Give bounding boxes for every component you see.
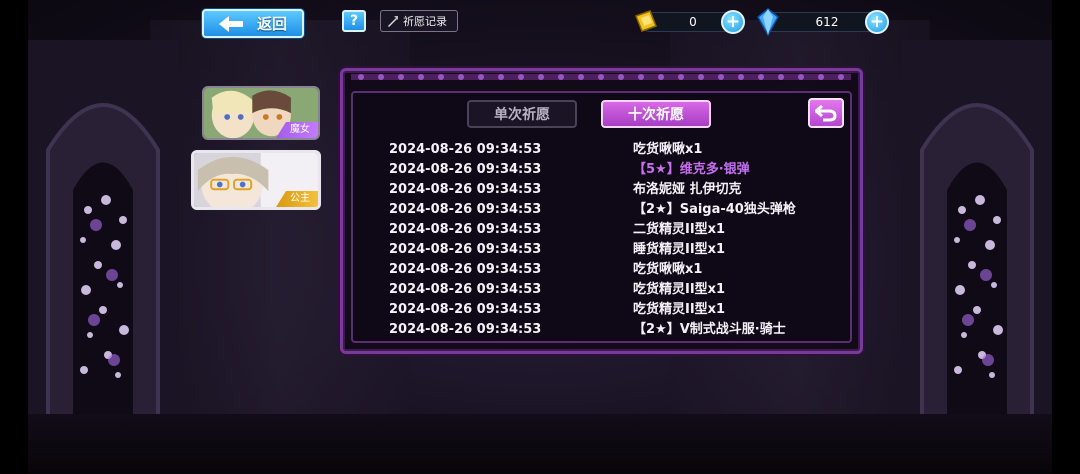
tab-ten-wish-label: 十次祈愿	[628, 107, 684, 123]
plus-icon: +	[725, 11, 741, 32]
record-row: 2024-08-26 09:34:53 睡货精灵II型x1	[343, 240, 860, 260]
record-item: 【2★】Saiga-40独头弹枪	[633, 202, 796, 217]
add-gold-ticket-button[interactable]: +	[721, 10, 745, 34]
wish-record-list: 2024-08-26 09:34:53 吃货啾啾x1 2024-08-26 09…	[343, 140, 860, 340]
record-time: 2024-08-26 09:34:53	[389, 302, 542, 317]
record-time: 2024-08-26 09:34:53	[389, 222, 542, 237]
back-button[interactable]: 返回	[202, 9, 304, 38]
record-time: 2024-08-26 09:34:53	[389, 202, 542, 217]
record-item-rare: 【5★】维克多·银弹	[633, 162, 750, 177]
stained-glass-window-right	[902, 40, 1052, 460]
record-item: 吃货啾啾x1	[633, 262, 703, 277]
stained-glass-window-left	[28, 40, 178, 460]
record-item: 【2★】V制式战斗服·骑士	[633, 322, 786, 337]
tab-ten-wish[interactable]: 十次祈愿	[601, 100, 711, 128]
record-row: 2024-08-26 09:34:53 吃货啾啾x1	[343, 260, 860, 280]
record-row: 2024-08-26 09:34:53 【2★】V制式战斗服·骑士	[343, 320, 860, 340]
gold-ticket-counter: 0 +	[635, 10, 745, 34]
plus-icon: +	[869, 11, 885, 32]
gold-ticket-value: 0	[689, 15, 697, 29]
record-item: 二货精灵II型x1	[633, 222, 726, 237]
crystal-value: 612	[815, 15, 839, 29]
record-row: 2024-08-26 09:34:53 布洛妮娅 扎伊切克	[343, 180, 860, 200]
back-arrow-icon	[219, 15, 243, 32]
question-mark-icon: ?	[349, 13, 359, 29]
character-card-princess[interactable]: 公主	[191, 150, 321, 210]
add-crystal-button[interactable]: +	[865, 10, 889, 34]
record-item: 吃货啾啾x1	[633, 142, 703, 157]
record-item: 吃货精灵II型x1	[633, 282, 726, 297]
record-row: 2024-08-26 09:34:53 吃货啾啾x1	[343, 140, 860, 160]
record-row: 2024-08-26 09:34:53 【2★】Saiga-40独头弹枪	[343, 200, 860, 220]
record-time: 2024-08-26 09:34:53	[389, 242, 542, 257]
wish-record-panel: 单次祈愿 十次祈愿 2024-08-26 09:34:53 吃货啾啾x1 202…	[340, 68, 863, 354]
floor	[0, 414, 1080, 474]
letterbox-right	[1052, 0, 1080, 474]
record-time: 2024-08-26 09:34:53	[389, 322, 542, 337]
undo-arrow-icon	[815, 104, 837, 122]
record-time: 2024-08-26 09:34:53	[389, 182, 542, 197]
record-row: 2024-08-26 09:34:53 二货精灵II型x1	[343, 220, 860, 240]
record-row: 2024-08-26 09:34:53 吃货精灵II型x1	[343, 280, 860, 300]
tab-single-wish-label: 单次祈愿	[494, 107, 550, 123]
letterbox-left	[0, 0, 28, 474]
gold-ticket-icon	[635, 10, 657, 32]
record-item: 睡货精灵II型x1	[633, 242, 726, 257]
wish-record-button[interactable]: 祈愿记录	[380, 10, 458, 32]
panel-ornament	[351, 74, 851, 80]
record-item: 布洛妮娅 扎伊切克	[633, 182, 742, 197]
return-button[interactable]	[808, 98, 844, 128]
record-row: 2024-08-26 09:34:53 【5★】维克多·银弹	[343, 160, 860, 180]
tab-single-wish[interactable]: 单次祈愿	[467, 100, 577, 128]
record-time: 2024-08-26 09:34:53	[389, 282, 542, 297]
blue-crystal-icon	[757, 8, 779, 36]
quill-icon	[388, 16, 398, 27]
record-time: 2024-08-26 09:34:53	[389, 162, 542, 177]
back-button-label: 返回	[257, 15, 288, 33]
record-time: 2024-08-26 09:34:53	[389, 262, 542, 277]
crystal-counter: 612 +	[757, 8, 889, 36]
record-item: 吃货精灵II型x1	[633, 302, 726, 317]
record-time: 2024-08-26 09:34:53	[389, 142, 542, 157]
record-row: 2024-08-26 09:34:53 吃货精灵II型x1	[343, 300, 860, 320]
character-card-witch[interactable]: 魔女	[202, 86, 320, 140]
wish-record-label: 祈愿记录	[403, 15, 447, 28]
help-button[interactable]: ?	[342, 10, 366, 32]
